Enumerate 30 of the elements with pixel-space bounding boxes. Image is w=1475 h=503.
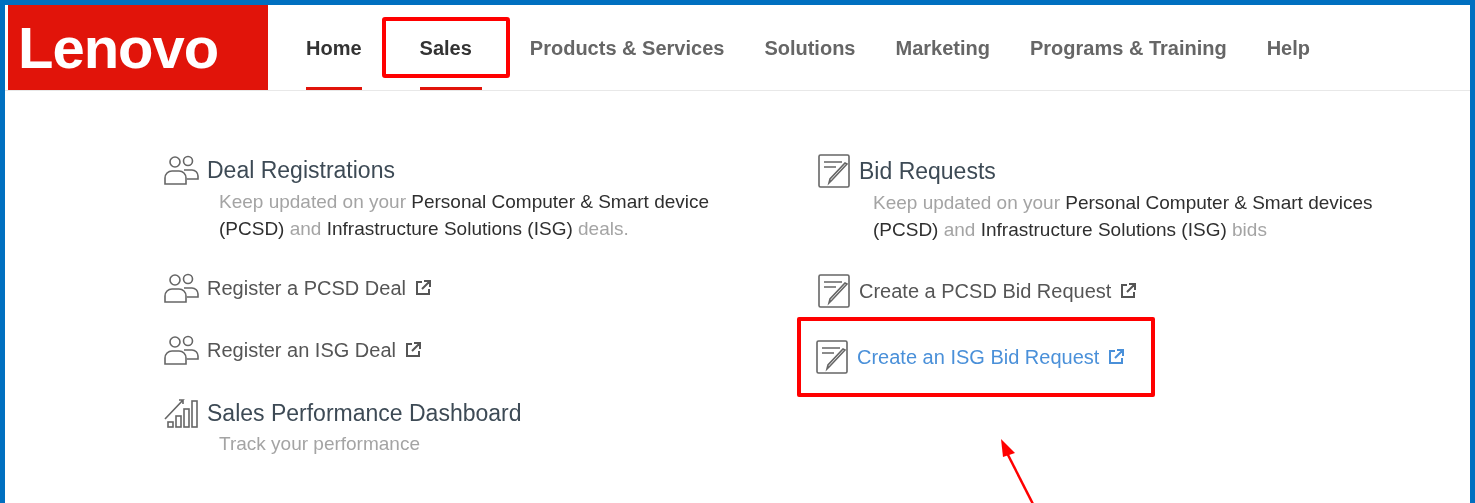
nav-tab[interactable]: Programs & Training [1029, 5, 1227, 90]
edit-document-icon [817, 153, 851, 189]
logo[interactable]: Lenovo [8, 5, 268, 90]
section-description: Keep updated on your Personal Computer & Smart devices (PCSD) and Infrastructure Solutions (ISG) bids [873, 191, 1374, 242]
section-title: Deal Registrations [207, 156, 395, 185]
edit-document-icon [817, 273, 851, 309]
edit-document-icon [815, 339, 849, 375]
people-icon [163, 271, 199, 304]
section-title: Bid Requests [859, 156, 996, 186]
external-link-icon [1107, 348, 1126, 366]
bar-chart-icon [163, 396, 199, 429]
external-link-icon [1119, 282, 1138, 300]
active-underline [419, 87, 482, 90]
nav-tab[interactable]: Solutions [764, 5, 856, 90]
nav-tab[interactable]: Marketing [895, 5, 990, 90]
external-link[interactable]: Create a PCSD Bid Request [817, 273, 1138, 309]
section-description: Track your performance [219, 432, 421, 456]
section-description: Keep updated on your Personal Computer & Smart device (PCSD) and Infrastructure Solutions (ISG) deals. [219, 189, 711, 241]
nav-tab[interactable]: Home [306, 5, 362, 90]
external-link-icon [413, 278, 432, 297]
active-underline [306, 87, 362, 90]
people-icon [163, 333, 199, 366]
people-icon [163, 154, 199, 187]
external-link[interactable]: Create an ISG Bid Request [797, 317, 1156, 397]
nav-tab[interactable]: Products & Services [529, 5, 725, 90]
section-title: Sales Performance Dashboard [207, 398, 522, 428]
nav-tab[interactable]: Help [1266, 5, 1310, 90]
external-link[interactable]: Register an ISG Deal [163, 333, 422, 366]
external-link[interactable]: Register a PCSD Deal [163, 271, 432, 304]
external-link-icon [404, 340, 422, 359]
